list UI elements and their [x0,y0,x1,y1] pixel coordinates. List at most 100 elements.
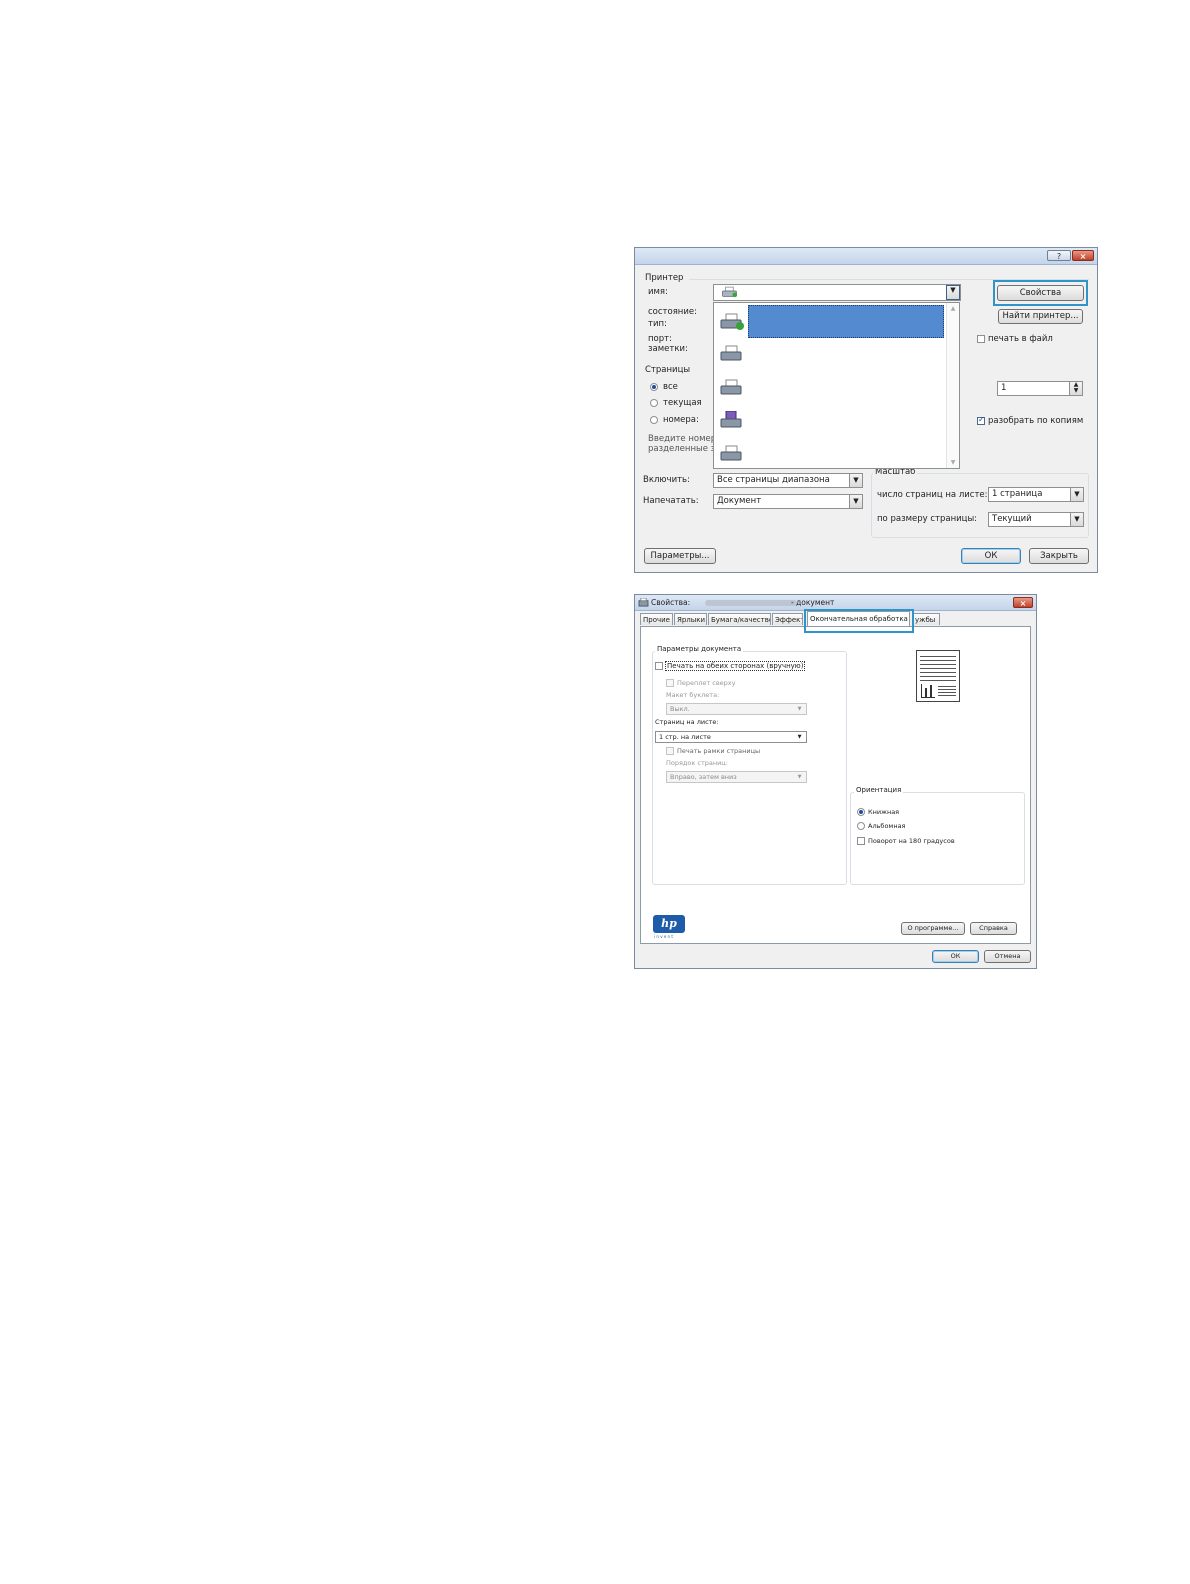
chevron-down-icon[interactable]: ▼ [793,732,806,742]
tab-shortcuts[interactable]: Ярлыки [674,613,707,625]
chevron-down-icon[interactable]: ▼ [1070,488,1083,501]
printer-group-title: Принтер [645,273,684,283]
preview-chart [921,684,935,698]
tab-effects[interactable]: Эффект [772,613,803,625]
copies-input[interactable]: 1 ▲ ▼ [997,381,1083,396]
type-label: тип: [648,319,667,329]
dropdown-scrollbar[interactable]: ▲ ▼ [946,303,959,468]
page-preview-image [916,650,960,702]
options-button[interactable]: Параметры... [644,548,716,564]
rotate-checkbox[interactable] [857,837,865,845]
cancel-button[interactable]: Отмена [984,950,1031,963]
printer-icon [638,598,649,607]
booklet-value: Выкл. [670,705,690,713]
portrait-radio[interactable] [857,808,865,816]
doc-options-title: Параметры документа [655,645,744,653]
rotate-label: Поворот на 180 градусов [868,837,955,845]
printer-icon[interactable] [719,313,745,331]
flip-up-checkbox[interactable] [666,679,674,687]
chevron-down-icon[interactable]: ▼ [1070,513,1083,526]
close-window-button[interactable]: × [1072,250,1094,261]
duplex-checkbox[interactable] [655,662,663,670]
landscape-label: Альбомная [868,822,906,830]
scale-group [871,473,1089,538]
preview-text-lines [920,656,956,682]
print-dialog-titlebar: ? × [635,248,1097,265]
pages-per-sheet-select[interactable]: 1 стр. на листе ▼ [655,731,807,743]
collate-label: разобрать по копиям [988,416,1084,426]
scale-to-paper-label: по размеру страницы: [877,514,978,524]
orientation-title: Ориентация [854,786,904,794]
help-button[interactable]: ? [1047,250,1071,261]
chevron-down-icon[interactable]: ▼ [793,772,806,782]
tab-paper-quality[interactable]: Бумага/качество [708,613,771,625]
collate-checkbox[interactable]: ✓ [977,415,985,425]
printer-icon [722,286,738,298]
ok-button[interactable]: ОК [932,950,979,963]
portrait-label: Книжная [868,808,900,816]
chevron-down-icon[interactable]: ▼ [946,285,960,300]
pages-per-sheet-value: 1 стр. на листе [659,733,711,741]
include-select[interactable]: Все страницы диапазона ▼ [713,473,863,488]
ok-button[interactable]: ОК [961,548,1021,564]
chevron-down-icon[interactable]: ▼ [849,474,862,487]
include-label: Включить: [643,475,690,485]
borders-checkbox[interactable] [666,747,674,755]
pages-numbers-label: номера: [663,415,699,425]
pages-hint-line2: разделенные з [648,444,716,454]
properties-dialog: Свойства: - документ × Прочие Ярлыки Бум… [634,594,1037,969]
printer-name-redacted [705,600,797,606]
print-what-select[interactable]: Документ ▼ [713,494,863,509]
scroll-up-icon[interactable]: ▲ [947,305,959,312]
booklet-select[interactable]: Выкл. ▼ [666,703,807,715]
help-button[interactable]: Справка [970,922,1017,935]
print-to-file-checkbox[interactable] [977,335,985,343]
copies-spin-icon[interactable]: ▲ ▼ [1069,382,1082,395]
hp-logo-text: hp [661,917,677,930]
tab-other[interactable]: Прочие [640,613,673,625]
hp-logo: hp [653,915,685,933]
borders-label: Печать рамки страницы [677,747,761,755]
properties-title-suffix: - документ [791,598,835,607]
pages-hint-line1: Введите номер [648,434,717,444]
pages-numbers-radio[interactable] [650,416,658,424]
close-window-button[interactable]: × [1013,597,1033,608]
pages-all-label: все [663,382,678,392]
properties-title-prefix: Свойства: [651,598,691,607]
page-order-select[interactable]: Вправо, затем вниз ▼ [666,771,807,783]
include-value: Все страницы диапазона [717,475,830,485]
printer-name-select[interactable]: ▼ [713,284,961,301]
pages-current-label: текущая [663,398,702,408]
printer-list-item-selected[interactable] [748,305,944,338]
finishing-tab-highlight [804,609,914,633]
scale-to-paper-select[interactable]: Текущий ▼ [988,512,1084,527]
name-label: имя: [648,287,668,297]
pages-per-sheet-select[interactable]: 1 страница ▼ [988,487,1084,502]
print-what-label: Напечатать: [643,496,699,506]
printer-icon[interactable] [719,445,745,463]
page-order-value: Вправо, затем вниз [670,773,737,781]
pages-per-sheet-value: 1 страница [992,489,1043,499]
chevron-down-icon[interactable]: ▼ [793,704,806,714]
scroll-down-icon[interactable]: ▼ [947,459,959,466]
check-icon: ✓ [978,415,985,424]
close-dialog-button[interactable]: Закрыть [1029,548,1089,564]
fax-printer-icon[interactable] [719,411,745,429]
pages-current-radio[interactable] [650,399,658,407]
printer-icon[interactable] [719,379,745,397]
properties-button[interactable]: Свойства [997,285,1084,301]
landscape-radio[interactable] [857,822,865,830]
duplex-label[interactable]: Печать на обеих сторонах (вручную) [665,661,806,671]
about-button[interactable]: О программе... [901,922,965,935]
port-label: порт: [648,334,672,344]
pages-all-radio[interactable] [650,383,658,391]
flip-up-label: Переплет сверху [677,679,736,687]
notes-label: заметки: [648,344,688,354]
print-to-file-label: печать в файл [988,334,1053,344]
find-printer-button[interactable]: Найти принтер... [998,309,1083,324]
tab-services[interactable]: ужбы [912,613,940,625]
chevron-down-icon[interactable]: ▼ [849,495,862,508]
booklet-label: Макет буклета: [666,691,720,699]
preview-side-lines [938,686,956,698]
printer-icon[interactable] [719,345,745,363]
